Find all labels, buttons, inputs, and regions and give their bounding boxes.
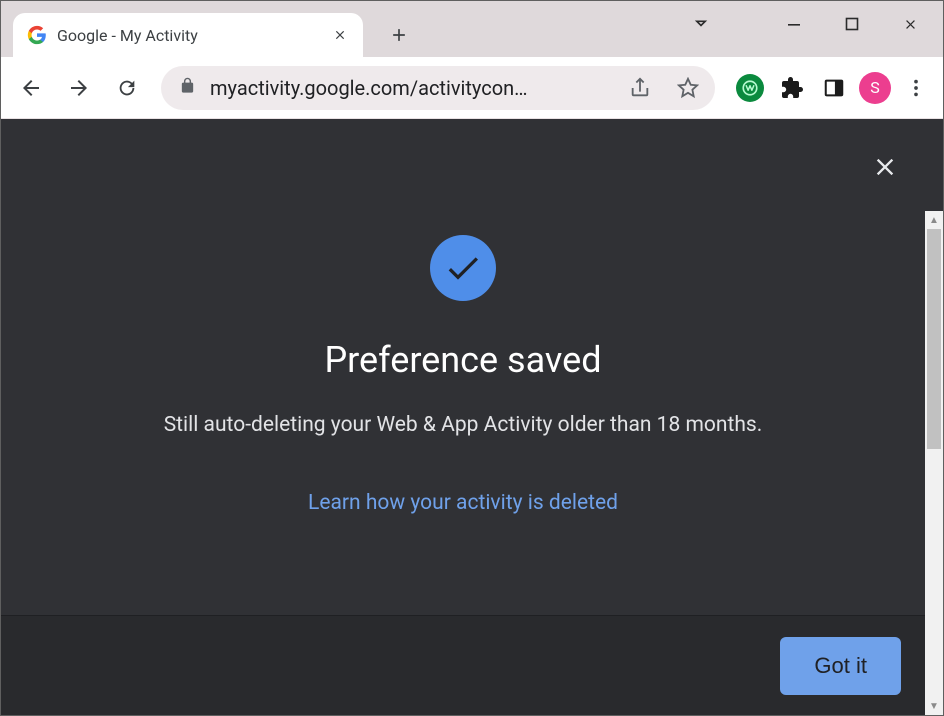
extensions-puzzle-icon[interactable] xyxy=(775,71,809,105)
dialog-title: Preference saved xyxy=(1,339,925,381)
preference-saved-dialog: Preference saved Still auto-deleting you… xyxy=(1,119,925,715)
window-controls xyxy=(765,1,939,47)
window-maximize-button[interactable] xyxy=(823,4,881,44)
bookmark-star-icon[interactable] xyxy=(671,71,705,105)
back-button[interactable] xyxy=(11,68,51,108)
window-minimize-button[interactable] xyxy=(765,4,823,44)
got-it-button[interactable]: Got it xyxy=(780,637,901,695)
share-icon[interactable] xyxy=(623,71,657,105)
scrollbar-thumb[interactable] xyxy=(927,229,941,449)
tab-search-chevron-icon[interactable] xyxy=(691,13,711,37)
scrollbar[interactable]: ▲ ▼ xyxy=(925,211,943,715)
lock-icon xyxy=(179,77,196,98)
scrollbar-down-icon[interactable]: ▼ xyxy=(925,697,943,715)
tab-title: Google - My Activity xyxy=(57,26,321,45)
google-favicon-icon xyxy=(27,25,47,45)
learn-more-link[interactable]: Learn how your activity is deleted xyxy=(308,491,618,515)
extension-green-icon[interactable] xyxy=(733,71,767,105)
browser-toolbar: myactivity.google.com/activitycon… S xyxy=(1,57,943,119)
address-bar[interactable]: myactivity.google.com/activitycon… xyxy=(161,66,715,110)
window-close-button[interactable] xyxy=(881,4,939,44)
page-viewport: Preference saved Still auto-deleting you… xyxy=(1,119,943,715)
avatar-initial: S xyxy=(870,78,880,97)
tab-strip: Google - My Activity xyxy=(1,1,943,57)
browser-tab[interactable]: Google - My Activity xyxy=(13,13,363,57)
extensions-row: S xyxy=(729,71,933,105)
forward-button[interactable] xyxy=(59,68,99,108)
url-text: myactivity.google.com/activitycon… xyxy=(210,76,609,100)
reload-button[interactable] xyxy=(107,68,147,108)
dialog-subtitle: Still auto-deleting your Web & App Activ… xyxy=(1,413,925,437)
checkmark-badge-icon xyxy=(430,235,496,301)
tab-close-icon[interactable] xyxy=(331,26,349,44)
chrome-menu-icon[interactable] xyxy=(899,71,933,105)
side-panel-icon[interactable] xyxy=(817,71,851,105)
profile-avatar[interactable]: S xyxy=(859,72,891,104)
scrollbar-up-icon[interactable]: ▲ xyxy=(925,211,943,229)
dialog-footer: Got it xyxy=(1,615,925,715)
dialog-close-button[interactable] xyxy=(865,147,905,187)
dialog-body: Preference saved Still auto-deleting you… xyxy=(1,119,925,615)
new-tab-button[interactable] xyxy=(381,17,417,53)
